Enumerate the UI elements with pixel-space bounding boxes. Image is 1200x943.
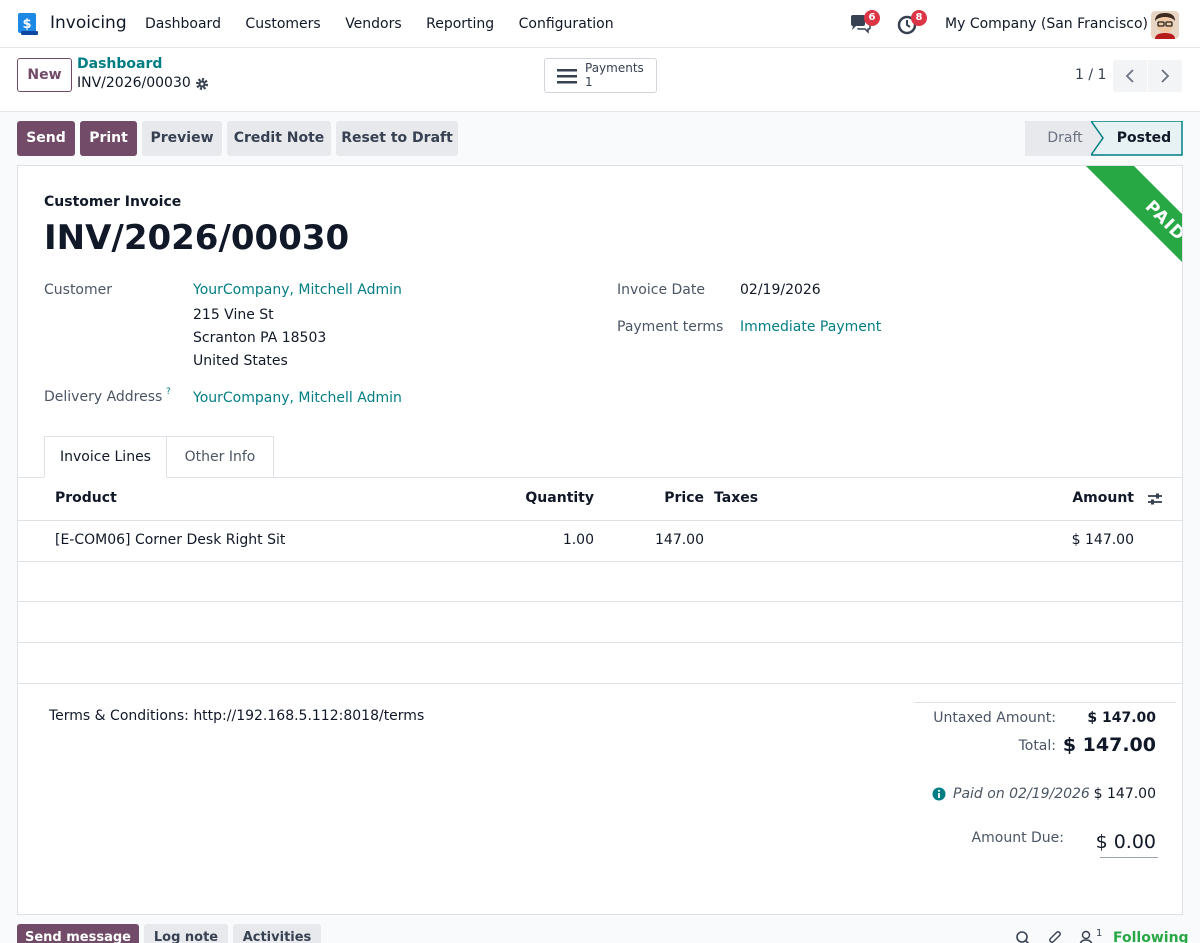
total-label: Total:	[1018, 738, 1056, 754]
payment-terms-label: Payment terms	[617, 319, 724, 335]
paperclip-icon[interactable]	[1047, 930, 1063, 943]
company-switcher[interactable]: My Company (San Francisco)	[945, 16, 1148, 32]
status-bar: Draft Posted	[1025, 121, 1183, 156]
invoice-form-sheet: PAID Customer Invoice INV/2026/00030 Cus…	[17, 165, 1183, 915]
credit-note-button[interactable]: Credit Note	[227, 121, 331, 156]
menu-customers[interactable]: Customers	[245, 16, 320, 32]
followers-count: 1	[1096, 928, 1103, 939]
payments-count: 1	[585, 75, 593, 89]
address-line-1: 215 Vine St	[193, 307, 274, 323]
following-button[interactable]: Following	[1113, 930, 1189, 943]
header-divider	[18, 520, 1182, 521]
menu-reporting[interactable]: Reporting	[426, 16, 494, 32]
paid-ribbon-label: PAID	[1075, 166, 1182, 311]
table-bottom-border	[18, 683, 1182, 684]
address-line-3: United States	[193, 353, 288, 369]
row-divider	[18, 561, 1182, 562]
chevron-right-icon	[1161, 69, 1170, 83]
row-product[interactable]: [E-COM06] Corner Desk Right Sit	[55, 532, 285, 548]
amount-due-label: Amount Due:	[971, 830, 1064, 846]
invoice-date-label: Invoice Date	[617, 282, 705, 298]
print-button[interactable]: Print	[80, 121, 137, 156]
list-icon	[557, 69, 577, 84]
activities-badge: 8	[911, 10, 927, 26]
menu-configuration[interactable]: Configuration	[519, 16, 614, 32]
delivery-help-tooltip[interactable]: ?	[166, 387, 171, 397]
totals-divider	[914, 702, 1176, 703]
search-icon[interactable]	[1015, 930, 1031, 943]
payments-smart-button[interactable]: Payments 1	[544, 58, 657, 93]
row-price[interactable]: 147.00	[618, 532, 704, 548]
amount-due-underline	[1100, 857, 1158, 858]
row-quantity[interactable]: 1.00	[498, 532, 594, 548]
pager-next-button[interactable]	[1148, 60, 1182, 92]
paid-amount: $ 147.00	[1093, 786, 1156, 802]
column-taxes[interactable]: Taxes	[714, 490, 758, 506]
empty-row-divider	[18, 601, 1182, 602]
untaxed-amount-value: $ 147.00	[1087, 710, 1156, 726]
menu-vendors[interactable]: Vendors	[345, 16, 401, 32]
customer-label: Customer	[44, 282, 113, 298]
amount-due-value: $ 0.00	[1095, 831, 1156, 853]
optional-columns-icon[interactable]	[1147, 491, 1163, 507]
untaxed-amount-label: Untaxed Amount:	[933, 710, 1056, 726]
empty-row-divider	[18, 642, 1182, 643]
status-posted-label: Posted	[1116, 130, 1172, 146]
invoice-number: INV/2026/00030	[44, 218, 350, 258]
messages-badge: 6	[864, 10, 880, 26]
pager-previous-button[interactable]	[1113, 60, 1147, 92]
address-line-2: Scranton PA 18503	[193, 330, 327, 346]
payment-terms-link[interactable]: Immediate Payment	[740, 319, 881, 335]
column-quantity[interactable]: Quantity	[498, 490, 594, 506]
pager-value[interactable]: 1 / 1	[1075, 67, 1106, 83]
followers-icon[interactable]	[1078, 930, 1094, 943]
gear-icon[interactable]	[195, 77, 209, 91]
new-button[interactable]: New	[17, 58, 72, 92]
column-product[interactable]: Product	[55, 490, 117, 506]
app-name[interactable]: Invoicing	[50, 13, 127, 33]
row-amount: $ 147.00	[1071, 532, 1134, 548]
paid-ribbon: PAID	[1048, 166, 1182, 324]
customer-link[interactable]: YourCompany, Mitchell Admin	[193, 282, 402, 298]
send-button[interactable]: Send	[17, 121, 75, 156]
control-panel: New Dashboard INV/2026/00030 Payments 1 …	[0, 48, 1200, 112]
menu-dashboard[interactable]: Dashboard	[145, 16, 221, 32]
total-value: $ 147.00	[1062, 734, 1156, 756]
breadcrumb-dashboard[interactable]: Dashboard	[77, 56, 162, 72]
terms-and-conditions[interactable]: Terms & Conditions: http://192.168.5.112…	[49, 708, 424, 724]
tab-invoice-lines[interactable]: Invoice Lines	[44, 436, 167, 478]
record-name: INV/2026/00030	[77, 75, 191, 91]
svg-text:$: $	[22, 17, 31, 32]
info-icon[interactable]	[932, 787, 946, 801]
user-avatar[interactable]	[1151, 11, 1179, 39]
reset-to-draft-button[interactable]: Reset to Draft	[336, 121, 458, 156]
tab-other-info[interactable]: Other Info	[167, 436, 274, 478]
log-note-button[interactable]: Log note	[144, 924, 228, 943]
preview-button[interactable]: Preview	[142, 121, 222, 156]
payments-label: Payments	[585, 61, 644, 75]
invoicing-app-icon[interactable]: $	[16, 12, 40, 36]
delivery-address-link[interactable]: YourCompany, Mitchell Admin	[193, 390, 402, 406]
invoice-date-value[interactable]: 02/19/2026	[740, 282, 821, 298]
delivery-address-label: Delivery Address	[44, 389, 163, 405]
main-menu: Dashboard Customers Vendors Reporting Co…	[145, 16, 634, 32]
column-price[interactable]: Price	[618, 490, 704, 506]
top-navbar: $ Invoicing Dashboard Customers Vendors …	[0, 0, 1200, 48]
status-posted[interactable]: Posted	[1091, 121, 1183, 156]
invoice-type: Customer Invoice	[44, 194, 182, 210]
chevron-left-icon	[1125, 69, 1134, 83]
activities-button[interactable]: Activities	[233, 924, 321, 943]
send-message-button[interactable]: Send message	[17, 924, 139, 943]
column-amount[interactable]: Amount	[1018, 490, 1134, 506]
